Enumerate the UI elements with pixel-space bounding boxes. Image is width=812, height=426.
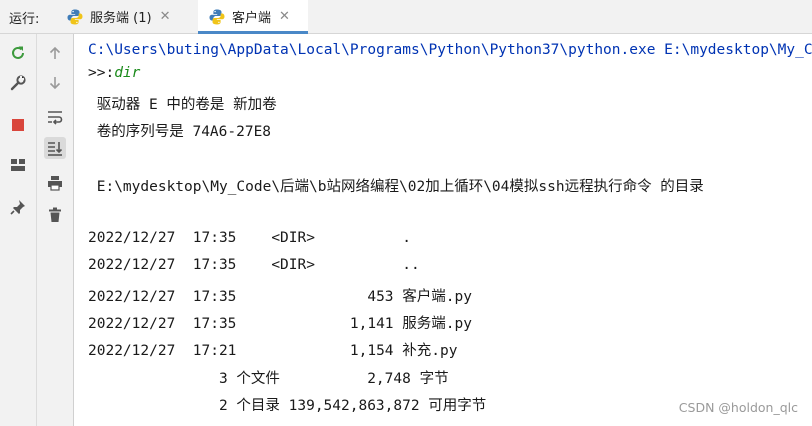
scroll-to-end-icon [48, 142, 63, 156]
tab-server[interactable]: 服务端 (1) ✕ [66, 0, 170, 33]
arrow-down-icon [49, 77, 61, 90]
stop-icon [12, 119, 24, 131]
output-line: 3 个文件 2,748 字节 [88, 371, 449, 387]
python-exe-path: C:\Users\buting\AppData\Local\Programs\P… [88, 42, 812, 58]
close-icon[interactable]: ✕ [160, 9, 171, 24]
output-line: 2022/12/27 17:35 <DIR> . [88, 230, 412, 246]
pin-tab-button[interactable] [7, 196, 29, 218]
soft-wrap-icon [48, 111, 63, 125]
output-line: 卷的序列号是 74A6-27E8 [88, 124, 272, 140]
clear-all-button[interactable] [44, 204, 66, 226]
input-prompt-line: >>:dir [88, 65, 140, 81]
prompt: >>: [88, 65, 115, 81]
close-icon[interactable]: ✕ [279, 9, 290, 24]
stop-button[interactable] [7, 114, 29, 136]
console-actions-column [37, 34, 74, 426]
layout-button[interactable] [7, 154, 29, 176]
output-line: 2022/12/27 17:35 453 客户端.py [88, 289, 472, 305]
edit-config-button[interactable] [7, 72, 29, 94]
run-label: 运行: [9, 12, 40, 27]
print-button[interactable] [44, 172, 66, 194]
scroll-to-end-button[interactable] [44, 137, 66, 159]
watermark: CSDN @holdon_qlc [678, 400, 798, 415]
console-output[interactable]: C:\Users\buting\AppData\Local\Programs\P… [74, 34, 812, 426]
trash-icon [49, 207, 61, 222]
python-icon [67, 9, 83, 24]
arrow-up-icon [49, 46, 61, 59]
output-line: 驱动器 E 中的卷是 新加卷 [88, 97, 277, 113]
rerun-button[interactable] [7, 42, 29, 64]
output-line: 2022/12/27 17:35 <DIR> .. [88, 257, 420, 273]
run-actions-column [0, 34, 37, 426]
rerun-icon [12, 46, 24, 59]
soft-wrap-button[interactable] [44, 106, 66, 128]
scroll-down-button[interactable] [44, 72, 66, 94]
wrench-icon [10, 75, 26, 91]
output-line: 2022/12/27 17:35 1,141 服务端.py [88, 316, 472, 332]
output-line: 2022/12/27 17:21 1,154 补充.py [88, 343, 458, 359]
layout-icon [11, 159, 25, 171]
python-icon [209, 9, 225, 24]
run-toolbar: 运行: 服务端 (1) ✕ 客户端 ✕ [0, 0, 812, 34]
tab-server-label: 服务端 (1) [90, 11, 152, 26]
tab-client-label: 客户端 [232, 11, 272, 26]
user-command: dir [114, 65, 141, 81]
tab-client[interactable]: 客户端 ✕ [198, 0, 308, 34]
output-line: E:\mydesktop\My_Code\后端\b站网络编程\02加上循环\04… [88, 179, 704, 195]
pin-icon [10, 200, 25, 215]
printer-icon [48, 176, 62, 191]
scroll-up-button[interactable] [44, 42, 66, 64]
output-line: 2 个目录 139,542,863,872 可用字节 [88, 398, 487, 414]
